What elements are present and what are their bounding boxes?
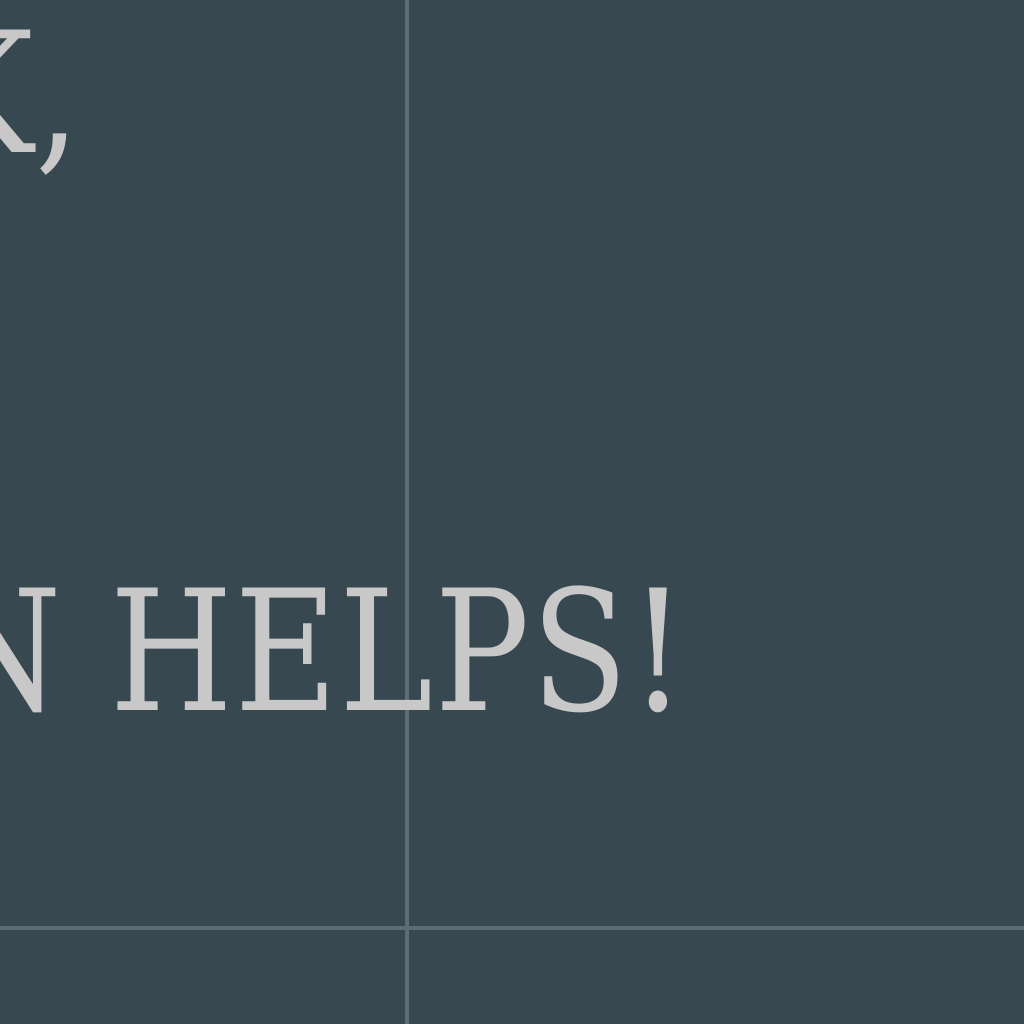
horizontal-guide-line bbox=[0, 926, 1024, 930]
vertical-guide-line bbox=[405, 0, 409, 1024]
slide-canvas: K, N HELPS! bbox=[0, 0, 1024, 1024]
text-fragment-line-2: N HELPS! bbox=[0, 554, 688, 750]
text-fragment-line-1: K, bbox=[0, 0, 82, 192]
